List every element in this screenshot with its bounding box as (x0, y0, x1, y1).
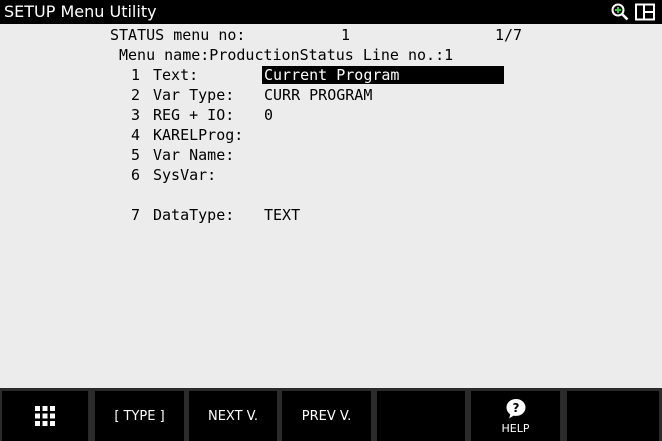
next-v-button[interactable]: NEXT V. (189, 391, 277, 441)
status-menu-label: STATUS menu no: (110, 26, 246, 44)
help-button[interactable]: ? HELP (471, 391, 560, 441)
window-title: SETUP Menu Utility (4, 2, 157, 21)
f4-button[interactable] (377, 391, 465, 441)
item-label-text: Text: (153, 66, 199, 84)
menu-name-line: Menu name:ProductionStatus Line no.:1 (119, 46, 454, 64)
item-value-text-field[interactable]: Current Program (262, 65, 504, 85)
zoom-in-icon[interactable] (611, 3, 629, 21)
item-number: 6 (131, 166, 141, 184)
item-value-reg-io[interactable]: 0 (264, 105, 273, 125)
help-label: HELP (501, 421, 530, 435)
item-value-datatype[interactable]: TEXT (264, 205, 300, 225)
item-label-var-type: Var Type: (153, 86, 235, 104)
function-key-bar: [ TYPE ] NEXT V. PREV V. ? HELP (0, 388, 662, 441)
type-button[interactable]: [ TYPE ] (95, 391, 184, 441)
teach-pendant-screen: STATUS menu no: 1 1/7 Menu name:Producti… (0, 24, 662, 386)
item-label-reg-io: REG + IO: (153, 106, 235, 124)
item-number: 1 (131, 66, 141, 84)
item-number: 2 (131, 86, 141, 104)
title-bar: SETUP Menu Utility (0, 0, 662, 24)
page-indicator: 1/7 (495, 26, 523, 44)
item-number: 4 (131, 126, 141, 144)
help-icon: ? (506, 398, 525, 418)
item-label-datatype: DataType: (153, 206, 235, 224)
item-number: 7 (131, 206, 141, 224)
item-label-var-name: Var Name: (153, 146, 235, 164)
item-value-text[interactable]: Current Program (262, 66, 504, 84)
item-value-var-type[interactable]: CURR PROGRAM (264, 85, 372, 105)
split-screen-icon[interactable] (634, 3, 656, 21)
item-number: 5 (131, 146, 141, 164)
status-menu-number: 1 (341, 26, 351, 44)
prev-v-button[interactable]: PREV V. (282, 391, 371, 441)
item-number: 3 (131, 106, 141, 124)
f6-button[interactable] (567, 391, 659, 441)
menus-button[interactable] (2, 391, 88, 441)
svg-text:?: ? (512, 401, 519, 415)
item-label-sysvar: SysVar: (153, 166, 217, 184)
item-label-karel-prog: KARELProg: (153, 126, 244, 144)
menu-grid-icon (35, 406, 55, 426)
